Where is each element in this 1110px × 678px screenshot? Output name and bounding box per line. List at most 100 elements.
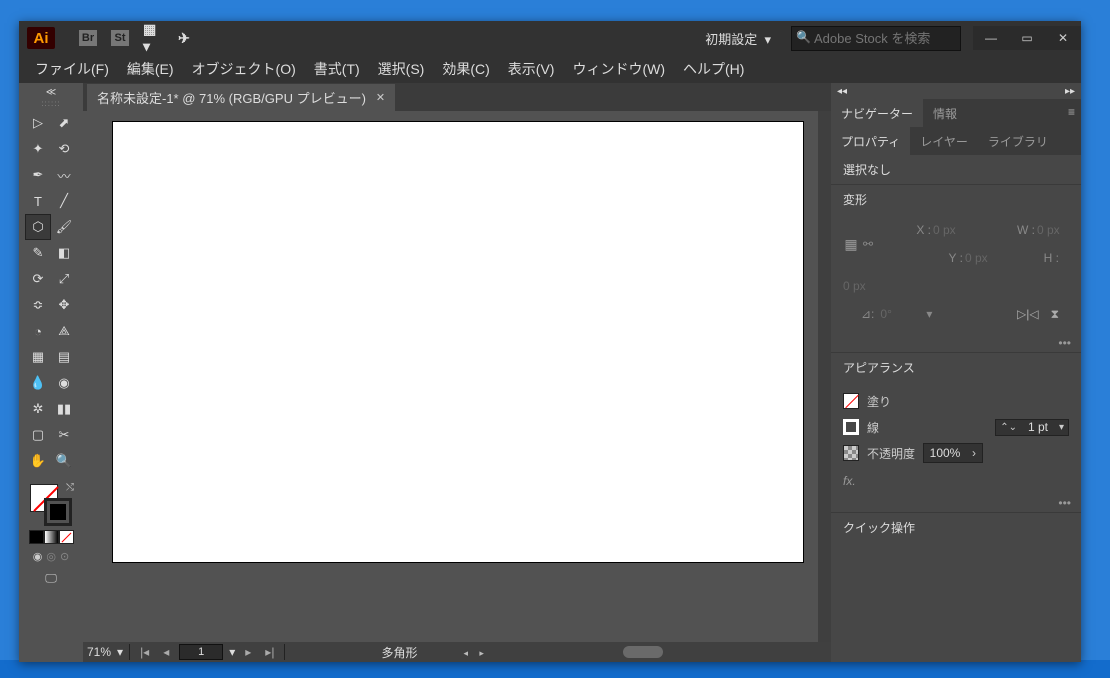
draw-behind-icon[interactable]: ◎ — [46, 550, 56, 563]
draw-inside-icon[interactable]: ⊙ — [60, 550, 69, 563]
color-mode-icon[interactable] — [29, 530, 44, 544]
stroke-stepper-icon[interactable]: ⌃⌄ — [996, 420, 1021, 435]
first-artboard-button[interactable]: |◂ — [136, 645, 153, 659]
eraser-tool[interactable]: ◧ — [51, 240, 77, 266]
collapse-panel-icon[interactable]: ◂◂ — [837, 86, 847, 97]
direct-selection-tool[interactable]: ⬈ — [51, 110, 77, 136]
screen-mode-icon[interactable]: 🖵 — [45, 571, 57, 586]
slice-tool[interactable]: ✂ — [51, 422, 77, 448]
paintbrush-tool[interactable]: 🖌 — [51, 214, 77, 240]
angle-input[interactable] — [880, 307, 920, 321]
rotate-tool[interactable]: ⟳ — [25, 266, 51, 292]
bridge-icon[interactable]: Br — [79, 30, 97, 46]
artboard-number-field[interactable] — [179, 644, 223, 660]
artboard-dropdown-icon[interactable]: ▾ — [229, 645, 235, 659]
constrain-proportions-icon[interactable]: ⚯ — [861, 237, 875, 251]
scroll-thumb[interactable] — [623, 646, 663, 658]
curvature-tool[interactable]: 〰 — [51, 162, 77, 188]
tab-layers[interactable]: レイヤー — [910, 127, 978, 155]
shaper-tool[interactable]: ✎ — [25, 240, 51, 266]
zoom-dropdown-icon[interactable]: ▾ — [117, 645, 123, 659]
expand-panel-icon[interactable]: ▸▸ — [1065, 86, 1075, 97]
menu-object[interactable]: オブジェクト(O) — [184, 55, 304, 83]
stock-icon[interactable]: St — [111, 30, 129, 46]
flip-horizontal-icon[interactable]: ▷|◁ — [1017, 307, 1039, 321]
reference-point-icon[interactable]: ▦ — [843, 236, 859, 253]
artboard-tool[interactable]: ▢ — [25, 422, 51, 448]
horizontal-scrollbar[interactable]: ◂ ▸ — [463, 645, 831, 659]
menu-effect[interactable]: 効果(C) — [434, 55, 497, 83]
menu-edit[interactable]: 編集(E) — [119, 55, 182, 83]
workspace-selector[interactable]: 初期設定 ▾ — [697, 25, 779, 52]
toolbar-grip[interactable]: :::::: — [31, 98, 71, 108]
tab-navigator[interactable]: ナビゲーター — [831, 99, 923, 127]
close-tab-icon[interactable]: ✕ — [376, 91, 385, 104]
menu-file[interactable]: ファイル(F) — [27, 55, 117, 83]
close-button[interactable]: ✕ — [1045, 26, 1081, 50]
stroke-swatch[interactable] — [44, 498, 72, 526]
shape-tool[interactable]: ⬡ — [25, 214, 51, 240]
mesh-tool[interactable]: ▦ — [25, 344, 51, 370]
eyedropper-tool[interactable]: 💧 — [25, 370, 51, 396]
stroke-swatch-button[interactable] — [843, 419, 859, 435]
symbol-sprayer-tool[interactable]: ✲ — [25, 396, 51, 422]
menu-type[interactable]: 書式(T) — [306, 55, 368, 83]
angle-dropdown-icon[interactable]: ▾ — [926, 307, 932, 321]
h-input[interactable] — [843, 279, 891, 293]
none-mode-icon[interactable] — [59, 530, 74, 544]
tab-library[interactable]: ライブラリ — [978, 127, 1058, 155]
pen-tool[interactable]: ✒ — [25, 162, 51, 188]
stroke-dropdown-icon[interactable]: ▾ — [1055, 420, 1068, 435]
canvas[interactable] — [83, 111, 818, 642]
draw-normal-icon[interactable]: ◉ — [33, 550, 43, 563]
tab-properties[interactable]: プロパティ — [831, 127, 910, 155]
appearance-more-icon[interactable]: ••• — [831, 494, 1081, 512]
transform-more-icon[interactable]: ••• — [831, 334, 1081, 352]
swap-fill-stroke-icon[interactable]: ⤭ — [66, 482, 74, 493]
fill-stroke-control[interactable]: ⤭ — [28, 482, 74, 526]
gradient-mode-icon[interactable] — [44, 530, 59, 544]
menu-select[interactable]: 選択(S) — [370, 55, 433, 83]
fx-label[interactable]: fx. — [831, 472, 1081, 494]
gradient-tool[interactable]: ▤ — [51, 344, 77, 370]
flip-vertical-icon[interactable]: ⧗ — [1051, 307, 1059, 322]
scale-tool[interactable]: ⤢ — [51, 266, 77, 292]
fill-swatch-button[interactable] — [843, 393, 859, 409]
document-tab[interactable]: 名称未設定-1* @ 71% (RGB/GPU プレビュー) ✕ — [87, 84, 395, 111]
tab-info[interactable]: 情報 — [923, 99, 967, 127]
rocket-icon[interactable]: ✈ — [175, 30, 193, 46]
prev-artboard-button[interactable]: ◂ — [159, 645, 173, 659]
shape-builder-tool[interactable]: ◔ — [25, 318, 51, 344]
selection-tool[interactable]: ▷ — [25, 110, 51, 136]
free-transform-tool[interactable]: ✥ — [51, 292, 77, 318]
perspective-grid-tool[interactable]: ⟁ — [51, 318, 77, 344]
lasso-tool[interactable]: ⟲ — [51, 136, 77, 162]
artboard[interactable] — [113, 122, 803, 562]
width-tool[interactable]: ≎ — [25, 292, 51, 318]
x-input[interactable] — [933, 223, 981, 237]
menu-window[interactable]: ウィンドウ(W) — [564, 55, 673, 83]
expand-chevron-icon[interactable]: ≪ — [46, 87, 56, 98]
blend-tool[interactable]: ◉ — [51, 370, 77, 396]
w-input[interactable] — [1037, 223, 1085, 237]
menu-view[interactable]: 表示(V) — [500, 55, 563, 83]
type-tool[interactable]: T — [25, 188, 51, 214]
next-artboard-button[interactable]: ▸ — [241, 645, 255, 659]
scroll-right-icon[interactable]: ▸ — [479, 648, 484, 658]
hand-tool[interactable]: ✋ — [25, 448, 51, 474]
zoom-display[interactable]: 71% — [87, 645, 111, 659]
scroll-left-icon[interactable]: ◂ — [463, 648, 468, 658]
last-artboard-button[interactable]: ▸| — [261, 645, 278, 659]
graph-tool[interactable]: ▮▮ — [51, 396, 77, 422]
panel-menu-icon[interactable]: ≡ — [1062, 99, 1081, 127]
y-input[interactable] — [965, 251, 1013, 265]
stock-search-input[interactable] — [791, 26, 961, 51]
vertical-scrollbar[interactable] — [818, 111, 831, 642]
minimize-button[interactable]: — — [973, 26, 1009, 50]
workspace-grid-icon[interactable]: ▦ ▾ — [143, 30, 161, 46]
stroke-weight-input[interactable]: ⌃⌄ ▾ — [995, 419, 1069, 436]
opacity-dropdown-icon[interactable]: › — [966, 444, 982, 462]
opacity-input[interactable]: › — [923, 443, 983, 463]
menu-help[interactable]: ヘルプ(H) — [675, 55, 752, 83]
line-tool[interactable]: ╱ — [51, 188, 77, 214]
